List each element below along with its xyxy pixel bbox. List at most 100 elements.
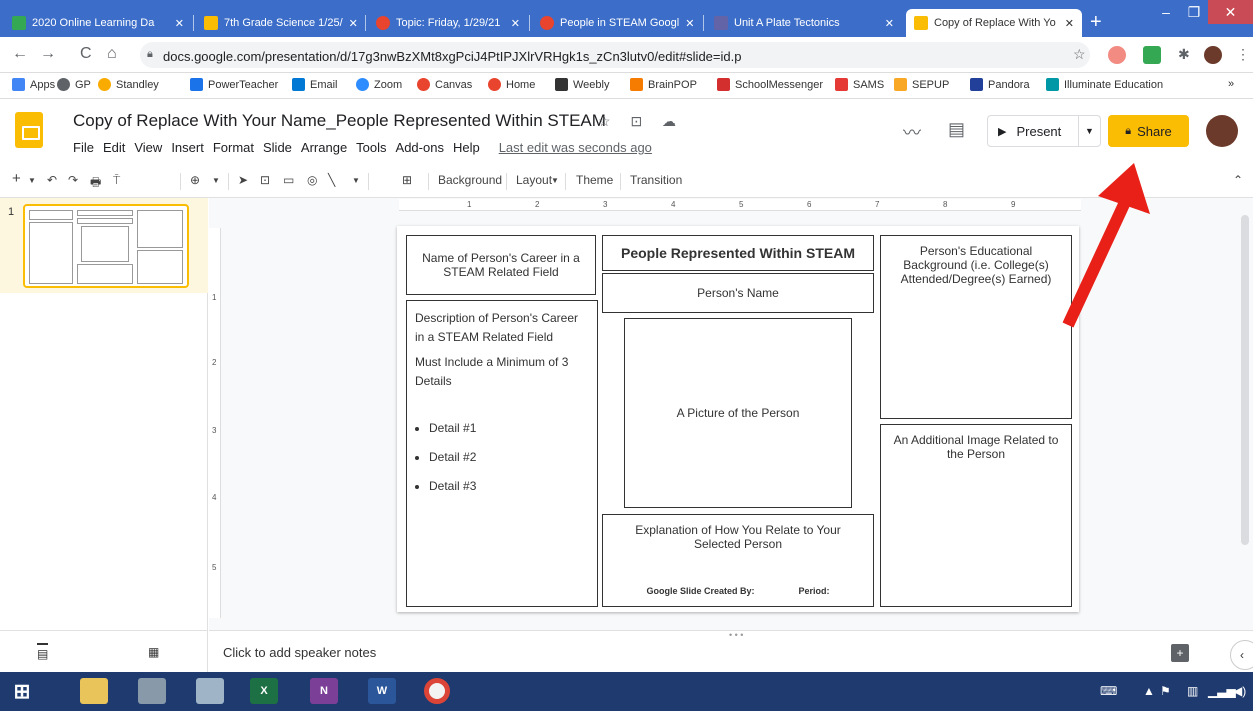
menu-addons[interactable]: Add-ons <box>396 140 444 155</box>
bookmark-standley[interactable]: Standley <box>98 78 159 91</box>
main-title-box[interactable]: People Represented Within STEAM <box>602 235 874 271</box>
line-icon[interactable]: ╲ <box>328 173 335 187</box>
horizontal-ruler[interactable]: 1 2 3 4 5 6 7 8 9 <box>399 199 1081 211</box>
vertical-scrollbar[interactable] <box>1241 215 1249 545</box>
close-tab-icon[interactable]: ✕ <box>505 17 520 30</box>
bookmark-home[interactable]: Home <box>488 78 535 91</box>
bookmark-canvas[interactable]: Canvas <box>417 78 472 91</box>
browser-tab-active[interactable]: Copy of Replace With Yo ✕ <box>906 9 1082 37</box>
bookmark-sams[interactable]: SAMS <box>835 78 884 91</box>
excel-icon[interactable]: X <box>250 678 278 704</box>
bookmark-email[interactable]: Email <box>292 78 338 91</box>
bookmark-zoom[interactable]: Zoom <box>356 78 402 91</box>
home-icon[interactable]: ⌂ <box>107 45 117 63</box>
dropdown-icon[interactable]: ▼ <box>212 176 220 185</box>
tray-expand-icon[interactable]: ▲ <box>1143 684 1155 698</box>
menu-slide[interactable]: Slide <box>263 140 292 155</box>
filmstrip-view-icon[interactable]: ▤ <box>37 643 49 661</box>
chrome-icon[interactable] <box>424 678 450 704</box>
speaker-notes-input[interactable]: Click to add speaker notes <box>223 645 376 660</box>
browser-tab[interactable]: 7th Grade Science 1/25/ ✕ <box>196 9 364 37</box>
slide-thumbnail[interactable] <box>23 204 189 288</box>
bookmark-star-icon[interactable]: ☆ <box>1073 46 1086 63</box>
slide[interactable]: Name of Person's Career in a STEAM Relat… <box>397 226 1079 612</box>
theme-button[interactable]: Theme <box>576 173 613 187</box>
close-tab-icon[interactable]: ✕ <box>343 17 358 30</box>
signal-icon[interactable]: ▁▃▅ <box>1208 684 1236 698</box>
background-button[interactable]: Background <box>438 173 502 187</box>
windows-start-icon[interactable]: ⊞ <box>8 678 36 704</box>
new-tab-button[interactable]: + <box>1090 11 1102 34</box>
bookmark-schoolmessenger[interactable]: SchoolMessenger <box>717 78 823 91</box>
reload-icon[interactable]: C <box>80 45 92 63</box>
close-tab-icon[interactable]: ✕ <box>1059 17 1074 30</box>
side-panel-toggle-icon[interactable]: ‹ <box>1230 640 1253 670</box>
snipping-tool-icon[interactable] <box>138 678 166 704</box>
browser-tab[interactable]: Unit A Plate Tectonics ✕ <box>706 9 902 37</box>
keyboard-icon[interactable]: ⌨ <box>1100 684 1117 698</box>
layout-dropdown-icon[interactable]: ▼ <box>551 176 559 185</box>
present-button[interactable]: ▶ Present ▼ <box>987 115 1101 147</box>
comments-icon[interactable]: ▤ <box>948 119 965 140</box>
menu-help[interactable]: Help <box>453 140 480 155</box>
menu-view[interactable]: View <box>134 140 162 155</box>
volume-icon[interactable]: ◀) <box>1233 684 1246 698</box>
last-edit-link[interactable]: Last edit was seconds ago <box>499 140 652 155</box>
shape-icon[interactable]: ◎ <box>307 173 317 187</box>
print-icon[interactable]: 🖶︎ <box>90 173 101 194</box>
layout-button[interactable]: Layout <box>516 173 552 187</box>
new-slide-icon[interactable]: + <box>12 170 21 187</box>
grid-view-icon[interactable]: ▦ <box>148 645 159 659</box>
bookmark-illuminate[interactable]: Illuminate Education <box>1046 78 1163 91</box>
transition-button[interactable]: Transition <box>630 173 682 187</box>
menu-file[interactable]: File <box>73 140 94 155</box>
word-icon[interactable]: W <box>368 678 396 704</box>
bookmark-apps[interactable]: Apps <box>12 78 55 91</box>
browser-tab[interactable]: People in STEAM Googl ✕ <box>532 9 702 37</box>
more-bookmarks[interactable]: » <box>1228 78 1234 90</box>
bookmark-gp[interactable]: GP <box>57 78 91 91</box>
menu-icon[interactable]: ⋮ <box>1236 46 1250 63</box>
paint-icon[interactable] <box>196 678 224 704</box>
close-tab-icon[interactable]: ✕ <box>879 17 894 30</box>
title-action-icons[interactable]: ☆ ⊡ ☁ <box>598 113 684 130</box>
select-cursor-icon[interactable]: ➤ <box>238 173 248 187</box>
extension-icon[interactable] <box>1143 46 1161 64</box>
bookmark-sepup[interactable]: SEPUP <box>894 78 949 91</box>
vertical-ruler[interactable]: 1 2 3 4 5 <box>209 228 221 618</box>
dropdown-icon[interactable]: ▼ <box>28 176 36 185</box>
image-icon[interactable]: ▭ <box>283 173 294 187</box>
dropdown-icon[interactable]: ▼ <box>352 176 360 185</box>
collapse-toolbar-icon[interactable]: ⌃ <box>1233 173 1243 187</box>
share-button[interactable]: 🔒︎ Share <box>1108 115 1189 147</box>
person-name-box[interactable]: Person's Name <box>602 273 874 313</box>
education-box[interactable]: Person's Educational Background (i.e. Co… <box>880 235 1072 419</box>
explanation-box[interactable]: Explanation of How You Relate to Your Se… <box>602 514 874 607</box>
additional-image-box[interactable]: An Additional Image Related to the Perso… <box>880 424 1072 607</box>
menu-edit[interactable]: Edit <box>103 140 125 155</box>
bookmark-brainpop[interactable]: BrainPOP <box>630 78 697 91</box>
avatar[interactable] <box>1206 115 1238 147</box>
file-explorer-icon[interactable] <box>80 678 108 704</box>
browser-tab[interactable]: 2020 Online Learning Da ✕ <box>4 9 192 37</box>
close-window-icon[interactable]: ✕ <box>1208 0 1253 24</box>
text-box-icon[interactable]: ⊡ <box>260 173 270 187</box>
close-tab-icon[interactable]: ✕ <box>169 17 184 30</box>
browser-tab[interactable]: Topic: Friday, 1/29/21 ✕ <box>368 9 528 37</box>
document-title[interactable]: Copy of Replace With Your Name_People Re… <box>73 111 606 131</box>
bookmark-pandora[interactable]: Pandora <box>970 78 1030 91</box>
url-text[interactable]: docs.google.com/presentation/d/17g3nwBzX… <box>163 49 741 64</box>
bookmark-powerteacher[interactable]: PowerTeacher <box>190 78 278 91</box>
bookmark-weebly[interactable]: Weebly <box>555 78 609 91</box>
menu-insert[interactable]: Insert <box>171 140 204 155</box>
extension-icon[interactable] <box>1108 46 1126 64</box>
flag-icon[interactable]: ⚑ <box>1160 684 1171 698</box>
forward-icon[interactable]: → <box>40 45 56 63</box>
zoom-icon[interactable]: ⊕ <box>190 173 200 187</box>
menu-format[interactable]: Format <box>213 140 254 155</box>
present-dropdown-icon[interactable]: ▼ <box>1078 116 1100 146</box>
description-box[interactable]: Description of Person's Career in a STEA… <box>406 300 598 607</box>
picture-box[interactable]: A Picture of the Person <box>624 318 852 508</box>
activity-trend-icon[interactable]: 〰 <box>903 119 921 145</box>
comment-add-icon[interactable]: ⊞ <box>402 173 412 187</box>
